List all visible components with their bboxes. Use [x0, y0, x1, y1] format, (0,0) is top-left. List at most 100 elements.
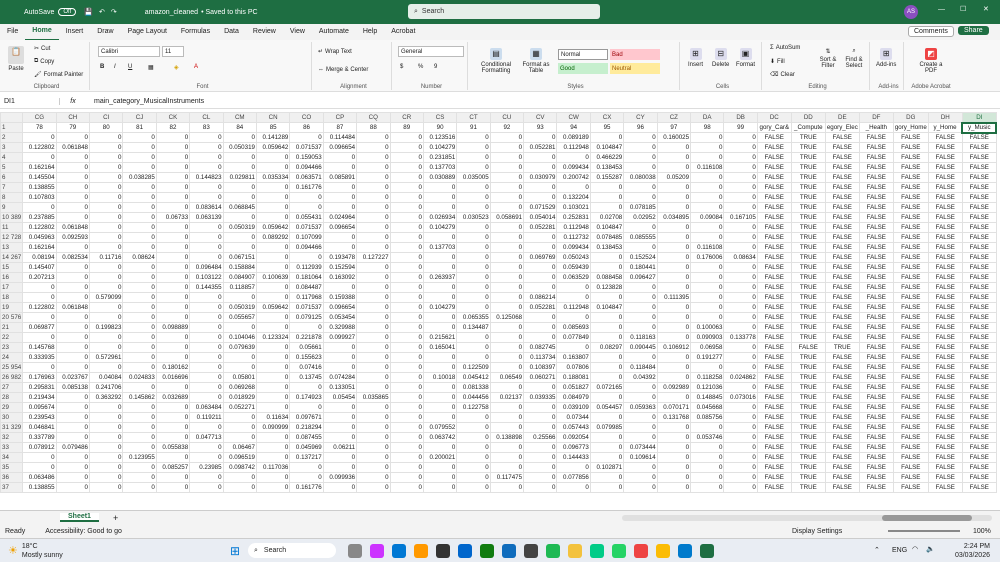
cell[interactable]: 0 [189, 132, 224, 143]
cell[interactable]: 0.083614 [189, 202, 224, 213]
currency-button[interactable]: $ [400, 64, 403, 70]
edge-icon[interactable] [590, 544, 604, 558]
cell[interactable]: 0.114484 [322, 132, 358, 143]
cell[interactable]: FALSE [961, 342, 997, 353]
cell[interactable]: FALSE [858, 282, 894, 293]
cell[interactable]: 0.191277 [690, 352, 725, 363]
cell[interactable]: 0.063742 [422, 432, 458, 443]
cell[interactable]: 0 [656, 192, 692, 203]
cell[interactable]: 0.231851 [422, 152, 458, 163]
cell[interactable]: 0 [723, 402, 758, 413]
cell[interactable]: 0 [122, 202, 157, 213]
cell[interactable]: 0 [222, 212, 257, 223]
cell[interactable]: FALSE [927, 282, 963, 293]
cell[interactable]: 0 [22, 462, 57, 473]
cell[interactable]: 0 [422, 412, 458, 423]
cell[interactable]: 0.112939 [289, 262, 324, 273]
cell[interactable]: FALSE [927, 342, 963, 353]
formula-input[interactable]: main_category_MusicalInstruments [86, 98, 204, 105]
cell[interactable]: 0.090999 [255, 422, 291, 433]
cell[interactable]: 0 [356, 212, 391, 223]
cell[interactable]: 0 [589, 352, 625, 363]
cell[interactable]: FALSE [961, 312, 997, 323]
cell[interactable]: 0 [656, 462, 692, 473]
cell[interactable]: 0.059363 [623, 402, 658, 413]
cell[interactable]: 0 [155, 272, 191, 283]
cell[interactable]: 0 [155, 242, 191, 253]
spotify-icon[interactable] [546, 544, 560, 558]
cell[interactable]: FALSE [961, 222, 997, 233]
cell[interactable]: 0.069268 [222, 382, 257, 393]
row-header[interactable]: 32 [0, 432, 24, 443]
cell[interactable]: 0 [389, 222, 424, 233]
cell[interactable]: 0 [656, 142, 692, 153]
cell[interactable]: 0 [322, 232, 358, 243]
cell[interactable]: FALSE [961, 382, 997, 393]
cell[interactable]: 0 [55, 472, 91, 483]
cell[interactable]: 0 [489, 362, 525, 373]
tab-home[interactable]: Home [25, 23, 59, 41]
cell[interactable]: 0 [356, 292, 391, 303]
cell[interactable]: 0 [189, 292, 224, 303]
cell[interactable]: 0.023767 [55, 372, 91, 383]
cell[interactable]: 0 [656, 442, 692, 453]
cell[interactable]: TRUE [790, 322, 826, 333]
cell[interactable]: 0.097671 [289, 412, 324, 423]
cell[interactable]: 0 [523, 232, 558, 243]
cell[interactable]: 0.113734 [523, 352, 558, 363]
cell[interactable]: 0 [55, 412, 91, 423]
cell[interactable]: FALSE [927, 192, 963, 203]
cell[interactable]: 93 [523, 122, 558, 133]
cell[interactable]: 0 [88, 272, 124, 283]
row-header[interactable]: 3 [0, 142, 24, 153]
cell[interactable]: FALSE [892, 422, 929, 433]
cell[interactable]: 0 [623, 282, 658, 293]
cell[interactable]: 0.144823 [189, 172, 224, 183]
cell[interactable]: 0 [88, 242, 124, 253]
row-header[interactable]: 13 [0, 242, 24, 253]
cell[interactable]: 0 [155, 222, 191, 233]
cell[interactable]: 0 [55, 192, 91, 203]
cell[interactable]: 0 [422, 182, 458, 193]
cell[interactable]: 0.148845 [690, 392, 725, 403]
row-header[interactable]: 8 [0, 192, 24, 203]
cell[interactable]: 0.063486 [22, 472, 57, 483]
cell[interactable]: 0 [456, 352, 491, 363]
cell[interactable]: 0.106912 [656, 342, 692, 353]
cell[interactable]: 0 [122, 422, 157, 433]
cell[interactable]: 0.077849 [556, 332, 591, 343]
cell[interactable]: 0.044456 [456, 392, 491, 403]
cell[interactable]: 0 [556, 312, 591, 323]
cell[interactable]: 0.045412 [456, 372, 491, 383]
cell[interactable]: 89 [389, 122, 424, 133]
cell[interactable]: 0 [489, 462, 525, 473]
cell[interactable]: 0 [122, 462, 157, 473]
cell[interactable]: 0 [189, 242, 224, 253]
cell[interactable]: 0 [456, 332, 491, 343]
cell[interactable]: 0.11716 [88, 252, 124, 263]
cell[interactable]: 0.085891 [322, 172, 358, 183]
cell[interactable]: FALSE [824, 422, 860, 433]
cell[interactable]: 0 [356, 472, 391, 483]
cell[interactable]: TRUE [790, 302, 826, 313]
cell[interactable]: 0 [88, 232, 124, 243]
cell[interactable]: 0 [88, 482, 124, 493]
cell[interactable]: 0 [656, 362, 692, 373]
cell[interactable]: 0.073444 [623, 442, 658, 453]
cell[interactable]: 0 [723, 262, 758, 273]
cell[interactable]: 0 [255, 452, 291, 463]
cell[interactable]: 0.152594 [322, 262, 358, 273]
column-header[interactable]: CO [289, 112, 324, 123]
cell[interactable]: 0.07806 [556, 362, 591, 373]
cell[interactable]: 88 [356, 122, 391, 133]
cell[interactable]: 0 [155, 312, 191, 323]
cell[interactable]: FALSE [824, 482, 860, 493]
cell[interactable]: FALSE [892, 402, 929, 413]
cell[interactable]: 0 [623, 412, 658, 423]
cell[interactable]: 0 [356, 152, 391, 163]
cell[interactable]: 0 [623, 352, 658, 363]
cell[interactable]: 0.174923 [289, 392, 324, 403]
cell[interactable]: 0 [22, 132, 57, 143]
cell[interactable]: FALSE [927, 272, 963, 283]
cell[interactable]: 0 [389, 252, 424, 263]
